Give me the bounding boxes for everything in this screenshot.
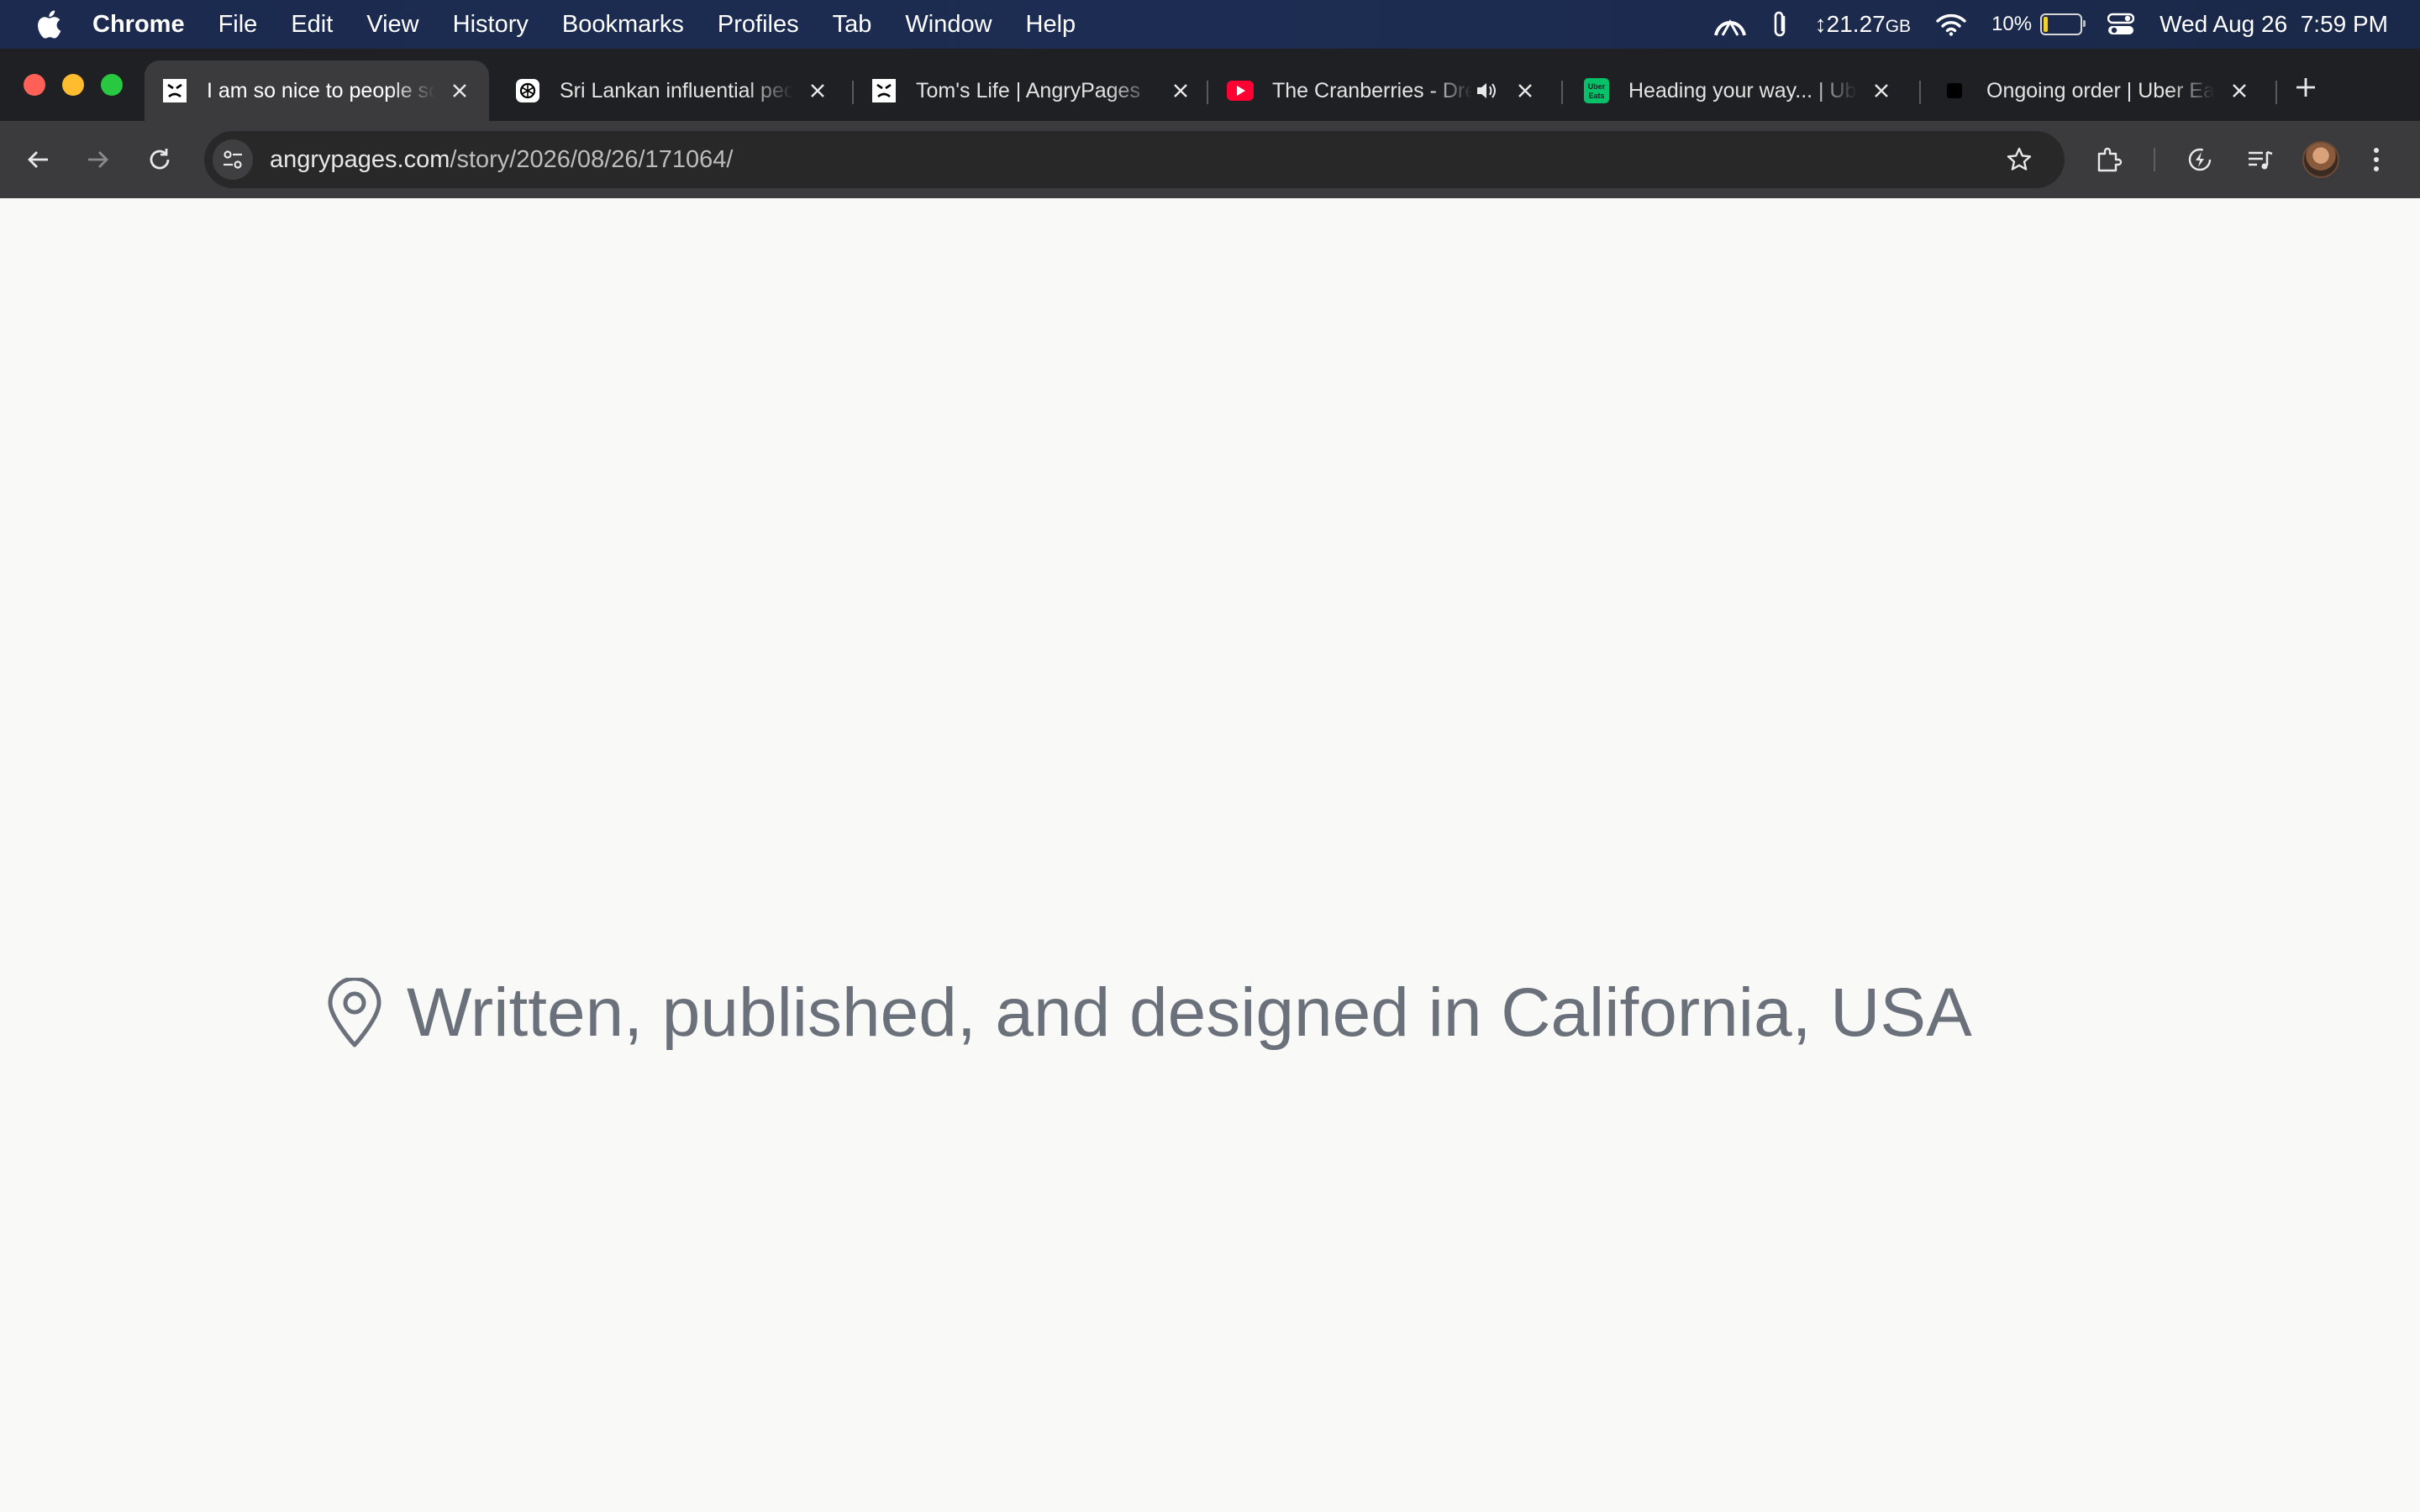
storage-unit: GB <box>1885 17 1912 36</box>
site-info-tune-icon[interactable] <box>213 139 253 180</box>
battery-icon <box>2040 13 2086 35</box>
extensions-puzzle-icon[interactable] <box>2089 139 2129 180</box>
paperclip-icon[interactable] <box>1771 10 1790 39</box>
tab-4[interactable]: The Cranberries - Dre <box>1210 60 1555 121</box>
menu-history[interactable]: History <box>453 11 529 39</box>
updown-arrow-icon: ↕ <box>1814 11 1827 37</box>
map-pin-icon <box>324 977 385 1049</box>
tab-close-icon[interactable] <box>2227 78 2252 103</box>
angrypages-icon <box>161 77 188 104</box>
reload-icon[interactable] <box>139 139 180 180</box>
tab-strip: I am so nice to people so Sri Lankan inf… <box>0 49 2420 121</box>
bookmark-star-icon[interactable] <box>1999 139 2039 180</box>
battery-fill <box>2044 17 2048 32</box>
tab-separator <box>1207 81 1208 104</box>
url-text[interactable]: angrypages.com/story/2026/08/26/171064/ <box>270 146 733 174</box>
storage-value: 21.27 <box>1826 11 1886 37</box>
tab-2[interactable]: Sri Lankan influential peo <box>497 60 847 121</box>
battery-percent: 10% <box>1991 13 2033 35</box>
apple-menu-icon[interactable] <box>32 9 66 39</box>
new-tab-plus-icon[interactable] <box>2291 72 2321 102</box>
chrome-window: I am so nice to people so Sri Lankan inf… <box>0 49 2420 1512</box>
tab-separator <box>1919 81 1921 104</box>
tab-title: Sri Lankan influential peo <box>560 78 793 102</box>
address-bar[interactable]: angrypages.com/story/2026/08/26/171064/ <box>204 131 2065 188</box>
battery-indicator[interactable]: 10% <box>1991 13 2086 36</box>
tab-title: Ongoing order | Uber Eat <box>1986 78 2215 102</box>
menu-tab[interactable]: Tab <box>833 11 872 39</box>
storage-indicator[interactable]: ↕21.27GB <box>1815 11 1911 38</box>
menu-window[interactable]: Window <box>905 11 992 39</box>
toolbar-separator <box>2154 148 2155 171</box>
energy-saver-icon[interactable] <box>2180 139 2220 180</box>
menu-edit[interactable]: Edit <box>291 11 333 39</box>
menubar-status-area: ↕21.27GB 10% Wed Aug 26 7:59 PM <box>1713 0 2388 49</box>
window-zoom-button[interactable] <box>101 74 123 96</box>
tab-title: The Cranberries - Dre <box>1272 78 1472 102</box>
location-text: Written, published, and designed in Cali… <box>407 974 1972 1051</box>
forward-arrow-icon[interactable] <box>77 139 118 180</box>
tab-close-icon[interactable] <box>1512 78 1538 103</box>
tab-title: Heading your way... | Ube <box>1628 78 1857 102</box>
menu-file[interactable]: File <box>218 11 258 39</box>
avatar <box>2302 141 2339 178</box>
tab-5[interactable]: Uber Eats Heading your way... | Ube <box>1566 60 1911 121</box>
window-close-button[interactable] <box>24 74 45 96</box>
tab-1[interactable]: I am so nice to people so <box>145 60 489 121</box>
speaker-icon[interactable] <box>1472 78 1501 103</box>
svg-text:Eats: Eats <box>1588 92 1604 100</box>
tab-close-icon[interactable] <box>447 78 472 103</box>
tab-title: I am so nice to people so <box>207 78 435 102</box>
profile-avatar[interactable] <box>2301 139 2341 180</box>
control-center-icon[interactable] <box>2107 13 2135 36</box>
mountain-arc-icon[interactable] <box>1713 12 1746 37</box>
window-minimize-button[interactable] <box>62 74 84 96</box>
menu-profiles[interactable]: Profiles <box>718 11 799 39</box>
window-controls <box>24 74 123 96</box>
tab-close-icon[interactable] <box>805 78 830 103</box>
back-arrow-icon[interactable] <box>18 139 59 180</box>
uber-icon <box>1941 77 1968 104</box>
svg-text:Uber: Uber <box>1588 82 1606 91</box>
openai-icon <box>514 77 541 104</box>
url-path: /story/2026/08/26/171064/ <box>450 145 734 173</box>
menu-app-chrome[interactable]: Chrome <box>92 11 185 39</box>
tab-separator <box>2275 81 2277 104</box>
tab-close-icon[interactable] <box>1869 78 1894 103</box>
page-content: Written, published, and designed in Cali… <box>0 198 2420 1512</box>
angrypages-icon <box>871 77 897 104</box>
media-controls-icon[interactable] <box>2240 139 2281 180</box>
youtube-icon <box>1227 77 1254 104</box>
location-footer: Written, published, and designed in Cali… <box>324 971 1972 1055</box>
tab-close-icon[interactable] <box>1168 78 1193 103</box>
menubar-clock[interactable]: Wed Aug 26 7:59 PM <box>2160 11 2388 38</box>
url-host: angrypages.com <box>270 145 450 173</box>
tab-title: Tom's Life | AngryPages <box>916 78 1140 102</box>
kebab-menu-icon[interactable] <box>2361 139 2391 180</box>
browser-toolbar: angrypages.com/story/2026/08/26/171064/ <box>0 121 2420 199</box>
tab-6[interactable]: Ongoing order | Uber Eat <box>1924 60 2269 121</box>
wifi-icon[interactable] <box>1936 13 1966 36</box>
menu-bookmarks[interactable]: Bookmarks <box>562 11 684 39</box>
tab-3[interactable]: Tom's Life | AngryPages <box>854 60 1210 121</box>
menu-view[interactable]: View <box>366 11 418 39</box>
macos-menu-bar: Chrome File Edit View History Bookmarks … <box>0 0 2420 49</box>
ubereats-icon: Uber Eats <box>1583 77 1610 104</box>
menu-help[interactable]: Help <box>1026 11 1076 39</box>
tab-separator <box>1561 81 1563 104</box>
